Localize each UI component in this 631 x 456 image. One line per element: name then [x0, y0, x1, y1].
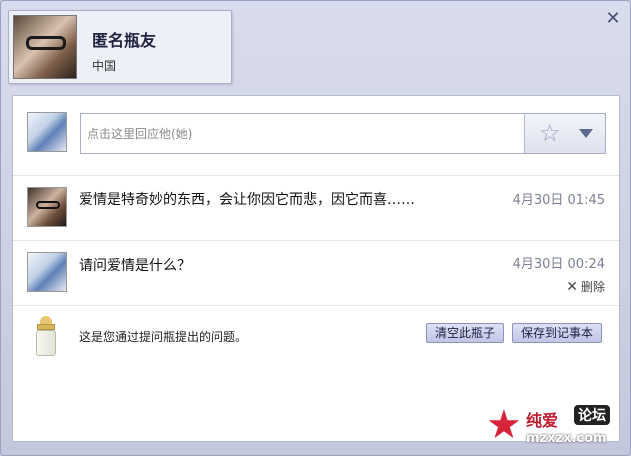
delete-label: 删除 — [580, 280, 605, 294]
profile-card: 匿名瓶友 中国 — [8, 10, 232, 84]
chevron-down-icon — [579, 129, 593, 138]
message-time: 4月30日 00:24 — [512, 257, 605, 272]
message-item: 爱情是特奇妙的东西，会让你因它而悲，因它而喜…… 4月30日 01:45 — [13, 176, 619, 241]
forum-watermark: ★ 纯爱 论坛 mzxzx.com — [486, 405, 626, 451]
my-avatar — [27, 112, 67, 152]
star-logo-icon: ★ — [486, 402, 522, 448]
reply-box: ☆ — [80, 113, 606, 154]
message-panel: ☆ 爱情是特奇妙的东西，会让你因它而悲，因它而喜…… 4月30日 01:45 请… — [12, 95, 620, 442]
glasses-graphic — [26, 36, 66, 50]
glasses-graphic — [36, 201, 60, 209]
bottle-dialog: ✕ 匿名瓶友 中国 ☆ 爱情是特奇妙的东西，会让你因它而悲，因它而喜…… 4月3… — [0, 0, 631, 456]
message-time: 4月30日 01:45 — [512, 193, 605, 208]
girl-avatar — [27, 187, 67, 227]
message-text: 爱情是特奇妙的东西，会让你因它而悲，因它而喜…… — [79, 192, 415, 208]
watermark-badge: 论坛 — [574, 405, 610, 425]
profile-avatar — [13, 15, 77, 79]
profile-name: 匿名瓶友 — [92, 31, 157, 50]
message-item: 请问爱情是什么？ 4月30日 00:24 ✕ 删除 — [13, 241, 619, 306]
magic-wand-icon: ☆ — [539, 119, 561, 147]
anime-avatar — [27, 252, 67, 292]
profile-location: 中国 — [92, 59, 117, 73]
footer-text: 这是您通过提问瓶提出的问题。 — [79, 330, 248, 344]
emote-picker-button[interactable]: ☆ — [524, 114, 605, 153]
delete-button[interactable]: ✕ 删除 — [566, 278, 605, 295]
clear-bottle-button[interactable]: 清空此瓶子 — [426, 323, 505, 343]
watermark-url: mzxzx.com — [526, 431, 607, 446]
message-text: 请问爱情是什么？ — [79, 258, 191, 274]
baby-bottle-icon — [35, 316, 57, 356]
footer-row: 这是您通过提问瓶提出的问题。 清空此瓶子 保存到记事本 — [13, 306, 619, 366]
watermark-title: 纯爱 — [526, 411, 559, 430]
save-to-notes-button[interactable]: 保存到记事本 — [512, 323, 603, 343]
close-icon: ✕ — [566, 279, 578, 295]
reply-row: ☆ — [13, 96, 619, 176]
close-icon[interactable]: ✕ — [604, 10, 622, 28]
reply-input[interactable] — [81, 114, 524, 153]
